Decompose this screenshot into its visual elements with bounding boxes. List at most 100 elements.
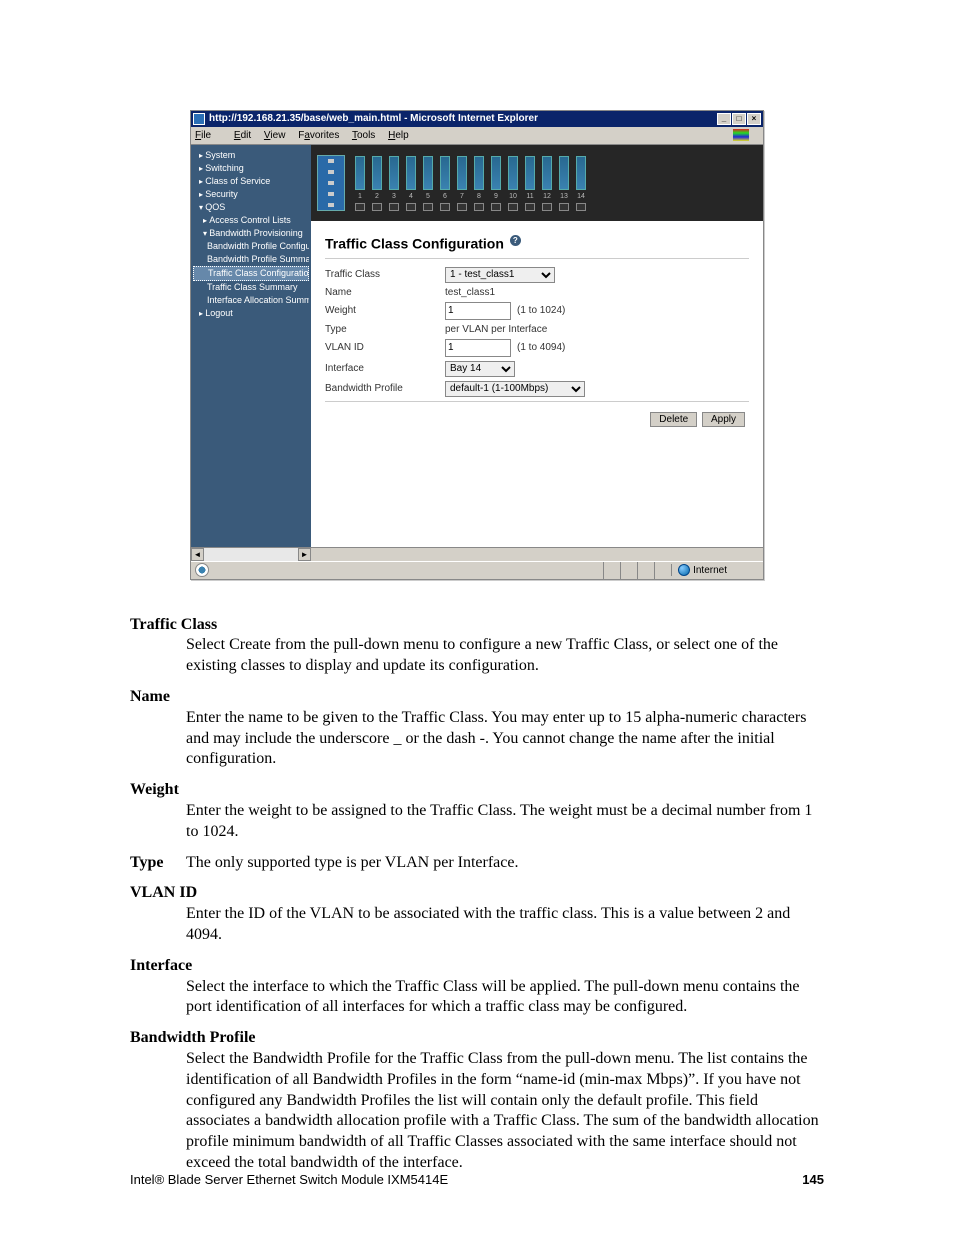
port-bar-8[interactable] — [474, 156, 484, 190]
page-footer: Intel® Blade Server Ethernet Switch Modu… — [130, 1172, 824, 1187]
port-bar-3[interactable] — [389, 156, 399, 190]
port-bar-7[interactable] — [457, 156, 467, 190]
input-weight[interactable] — [445, 302, 511, 320]
input-vlan[interactable] — [445, 339, 511, 357]
nav-system[interactable]: System — [193, 149, 309, 162]
menu-file[interactable]: File — [195, 130, 221, 141]
port-label-9: 9 — [491, 193, 501, 200]
label-type: Type — [325, 324, 445, 335]
nav-tcsum[interactable]: Traffic Class Summary — [193, 281, 309, 294]
port-label-2: 2 — [372, 193, 382, 200]
security-zone: Internet — [671, 564, 751, 576]
window-titlebar: http://192.168.21.35/base/web_main.html … — [191, 111, 763, 127]
maximize-button[interactable]: □ — [732, 113, 746, 125]
port-bar-14[interactable] — [576, 156, 586, 190]
hint-weight: (1 to 1024) — [517, 305, 565, 316]
menu-view[interactable]: View — [264, 130, 286, 141]
port-jack-icon-10 — [508, 203, 518, 211]
port-label-11: 11 — [525, 193, 535, 200]
footer-product: Intel® Blade Server Ethernet Switch Modu… — [130, 1172, 448, 1187]
nav-logout[interactable]: Logout — [193, 307, 309, 320]
label-bw: Bandwidth Profile — [325, 383, 445, 394]
port-bar-6[interactable] — [440, 156, 450, 190]
nav-tcconf[interactable]: Traffic Class Configuration — [193, 266, 309, 281]
done-icon — [195, 563, 209, 577]
port-label-14: 14 — [576, 193, 586, 200]
apply-button[interactable]: Apply — [702, 412, 745, 427]
port-bar-9[interactable] — [491, 156, 501, 190]
port-jack-icon-1 — [355, 203, 365, 211]
def-weight: Enter the weight to be assigned to the T… — [186, 801, 824, 843]
scroll-right-icon[interactable]: ► — [298, 548, 311, 561]
port-jack-icon-13 — [559, 203, 569, 211]
nav-cos[interactable]: Class of Service — [193, 175, 309, 188]
screenshot-panel: http://192.168.21.35/base/web_main.html … — [190, 110, 764, 580]
label-vlan: VLAN ID — [325, 342, 445, 353]
def-vlan: Enter the ID of the VLAN to be associate… — [186, 904, 824, 946]
label-traffic-class: Traffic Class — [325, 269, 445, 280]
port-label-12: 12 — [542, 193, 552, 200]
port-bar-12[interactable] — [542, 156, 552, 190]
nav-bwprov[interactable]: Bandwidth Provisioning — [193, 227, 309, 240]
horizontal-scrollbar[interactable]: ◄ ► — [191, 547, 763, 561]
select-interface[interactable]: Bay 14 — [445, 361, 515, 377]
chassis-icon — [317, 155, 345, 211]
nav-bwpconf[interactable]: Bandwidth Profile Configuration — [193, 240, 309, 253]
nav-security[interactable]: Security — [193, 188, 309, 201]
port-bar-2[interactable] — [372, 156, 382, 190]
window-title: http://192.168.21.35/base/web_main.html … — [209, 111, 717, 127]
port-label-4: 4 — [406, 193, 416, 200]
label-name: Name — [325, 287, 445, 298]
content-area: Traffic Class Configuration ? Traffic Cl… — [311, 221, 763, 547]
menu-edit[interactable]: Edit — [234, 130, 251, 141]
nav-tree: System Switching Class of Service Securi… — [191, 145, 311, 547]
def-type: The only supported type is per VLAN per … — [186, 853, 824, 874]
term-name: Name — [130, 687, 186, 708]
nav-acl[interactable]: Access Control Lists — [193, 214, 309, 227]
def-traffic-class: Select Create from the pull-down menu to… — [186, 635, 824, 677]
select-bw[interactable]: default-1 (1-100Mbps) — [445, 381, 585, 397]
menu-help[interactable]: Help — [388, 130, 409, 141]
nav-switching[interactable]: Switching — [193, 162, 309, 175]
term-type: Type — [130, 853, 186, 874]
def-interface: Select the interface to which the Traffi… — [186, 977, 824, 1019]
menu-tools[interactable]: Tools — [352, 130, 375, 141]
minimize-button[interactable]: _ — [717, 113, 731, 125]
term-traffic-class: Traffic Class — [130, 615, 217, 636]
value-type: per VLAN per Interface — [445, 324, 547, 335]
delete-button[interactable]: Delete — [650, 412, 697, 427]
port-jack-icon-9 — [491, 203, 501, 211]
nav-ialloc[interactable]: Interface Allocation Summary — [193, 294, 309, 307]
device-header: 1234567891011121314 — [311, 145, 763, 221]
label-weight: Weight — [325, 305, 445, 316]
port-bar-4[interactable] — [406, 156, 416, 190]
scroll-left-icon[interactable]: ◄ — [191, 548, 204, 561]
port-label-5: 5 — [423, 193, 433, 200]
hint-vlan: (1 to 4094) — [517, 342, 565, 353]
port-area: 1234567891011121314 — [355, 156, 757, 211]
port-bar-13[interactable] — [559, 156, 569, 190]
port-jack-icon-12 — [542, 203, 552, 211]
port-jack-icon-8 — [474, 203, 484, 211]
nav-qos[interactable]: QOS — [193, 201, 309, 214]
select-traffic-class[interactable]: 1 - test_class1 — [445, 267, 555, 283]
nav-bwpsum[interactable]: Bandwidth Profile Summary — [193, 253, 309, 266]
port-label-3: 3 — [389, 193, 399, 200]
ie-logo-icon — [733, 129, 749, 141]
port-jack-icon-2 — [372, 203, 382, 211]
menubar: File Edit View Favorites Tools Help — [191, 127, 763, 145]
close-button[interactable]: × — [747, 113, 761, 125]
port-bar-10[interactable] — [508, 156, 518, 190]
page-title: Traffic Class Configuration ? — [325, 235, 749, 252]
port-jack-icon-7 — [457, 203, 467, 211]
port-bar-1[interactable] — [355, 156, 365, 190]
port-label-1: 1 — [355, 193, 365, 200]
menu-favorites[interactable]: Favorites — [298, 130, 339, 141]
label-interface: Interface — [325, 363, 445, 374]
port-bar-5[interactable] — [423, 156, 433, 190]
help-icon[interactable]: ? — [510, 235, 521, 246]
port-bar-11[interactable] — [525, 156, 535, 190]
port-label-7: 7 — [457, 193, 467, 200]
ie-icon — [193, 113, 205, 125]
def-name: Enter the name to be given to the Traffi… — [186, 708, 824, 770]
